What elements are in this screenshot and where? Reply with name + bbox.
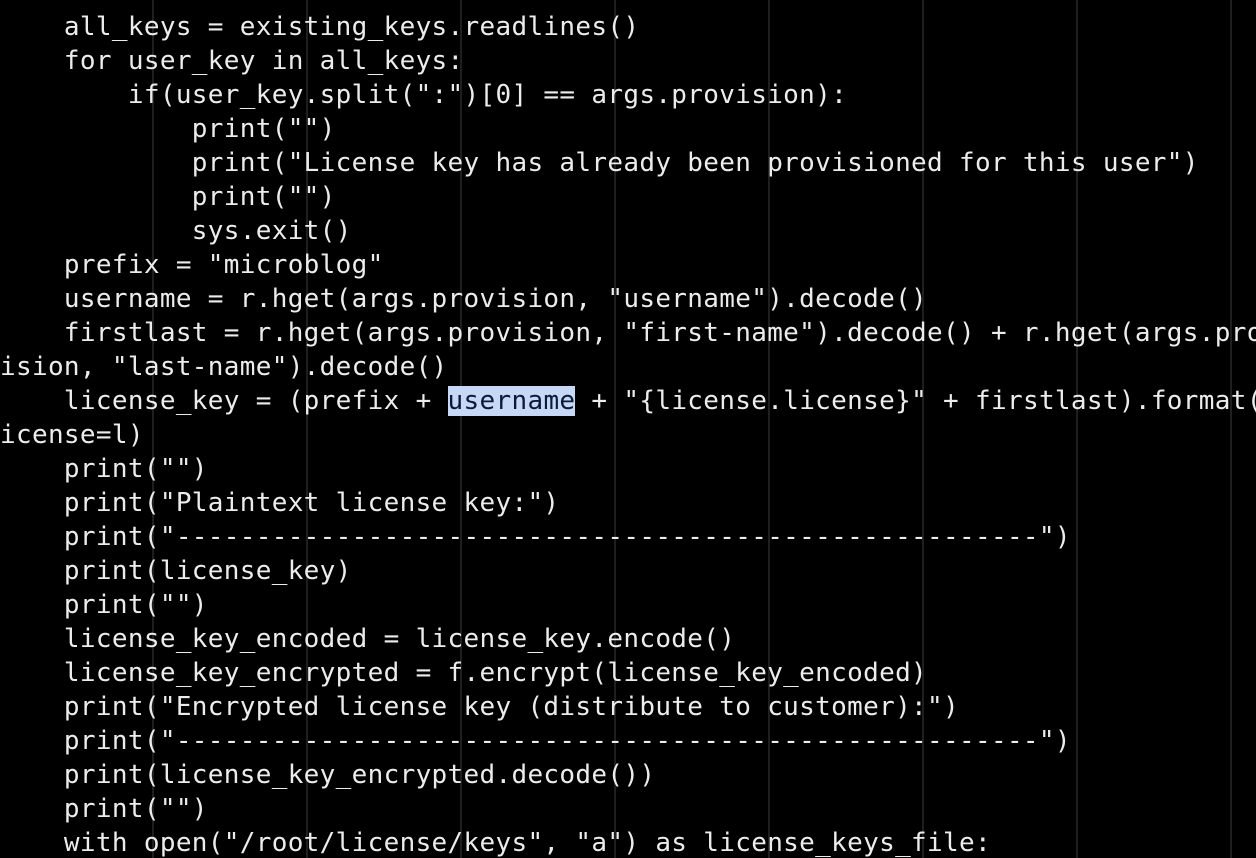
code-line-6[interactable]: print(""): [0, 180, 1256, 214]
code-line-15[interactable]: print(license_key): [0, 554, 1256, 588]
terminal-editor[interactable]: all_keys = existing_keys.readlines() for…: [0, 0, 1256, 858]
code-line-3[interactable]: if(user_key.split(":")[0] == args.provis…: [0, 78, 1256, 112]
code-line-5[interactable]: print("License key has already been prov…: [0, 146, 1256, 180]
code-line-2[interactable]: for user_key in all_keys:: [0, 44, 1256, 78]
code-line-20[interactable]: print("---------------------------------…: [0, 724, 1256, 758]
code-line-14[interactable]: print("---------------------------------…: [0, 520, 1256, 554]
code-line-1[interactable]: all_keys = existing_keys.readlines(): [0, 10, 1256, 44]
code-line-11-before: license_key = (prefix +: [0, 386, 448, 416]
code-line-7[interactable]: sys.exit(): [0, 214, 1256, 248]
code-line-11-after: + "{license.license}" + firstlast).forma…: [575, 386, 1256, 416]
code-line-21[interactable]: print(license_key_encrypted.decode()): [0, 758, 1256, 792]
code-line-8[interactable]: prefix = "microblog": [0, 248, 1256, 282]
code-line-13[interactable]: print("Plaintext license key:"): [0, 486, 1256, 520]
code-line-10-wrapped[interactable]: ision, "last-name").decode(): [0, 350, 1256, 384]
code-line-4[interactable]: print(""): [0, 112, 1256, 146]
code-line-12[interactable]: print(""): [0, 452, 1256, 486]
code-line-11-wrapped[interactable]: icense=l): [0, 418, 1256, 452]
code-line-16[interactable]: print(""): [0, 588, 1256, 622]
code-line-22[interactable]: print(""): [0, 792, 1256, 826]
code-line-10[interactable]: firstlast = r.hget(args.provision, "firs…: [0, 316, 1256, 350]
code-line-9[interactable]: username = r.hget(args.provision, "usern…: [0, 282, 1256, 316]
code-line-23[interactable]: with open("/root/license/keys", "a") as …: [0, 826, 1256, 858]
code-line-18[interactable]: license_key_encrypted = f.encrypt(licens…: [0, 656, 1256, 690]
selected-text[interactable]: username: [447, 386, 576, 416]
code-line-17[interactable]: license_key_encoded = license_key.encode…: [0, 622, 1256, 656]
code-line-11[interactable]: license_key = (prefix + username + "{lic…: [0, 384, 1256, 418]
code-line-19[interactable]: print("Encrypted license key (distribute…: [0, 690, 1256, 724]
